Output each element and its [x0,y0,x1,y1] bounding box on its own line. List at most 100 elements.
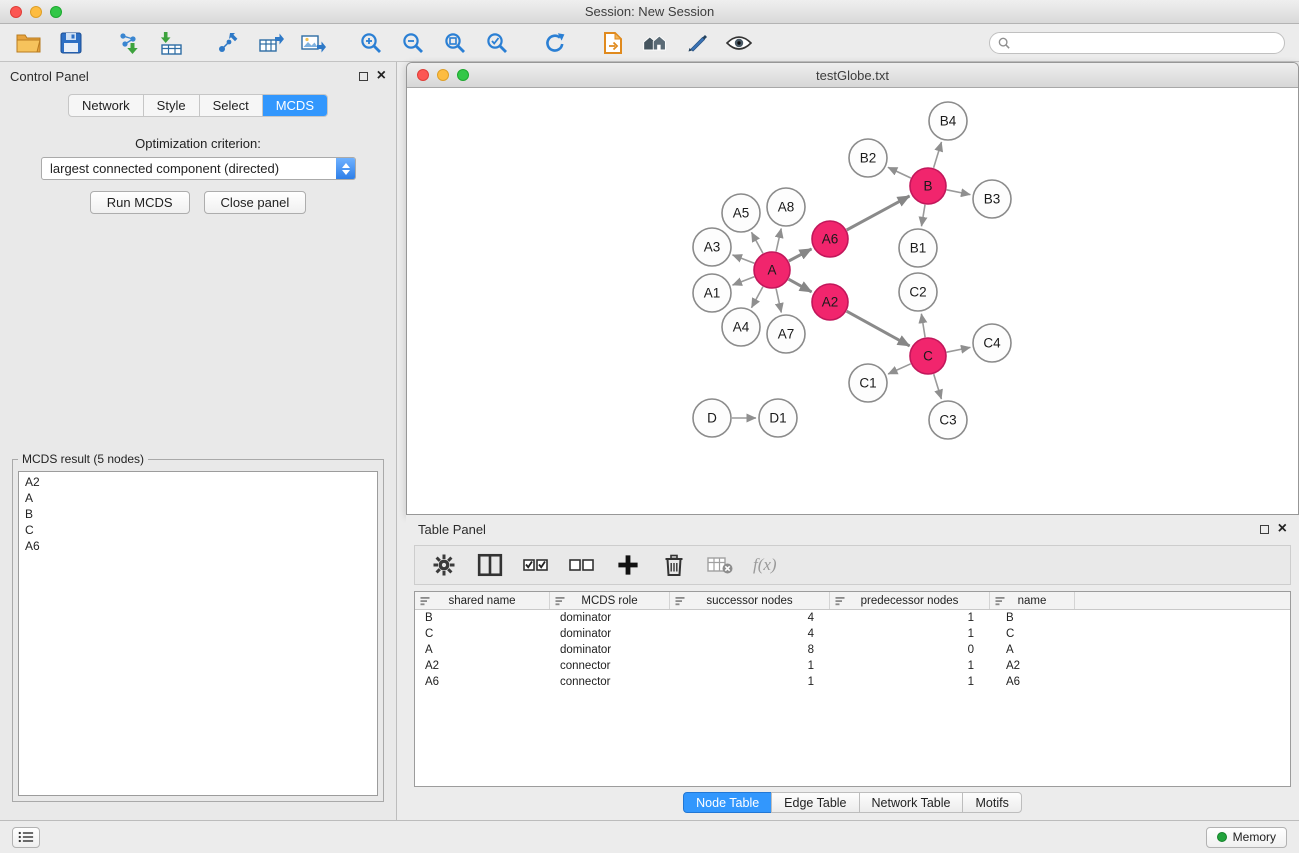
network-edge[interactable] [888,364,911,374]
table-row[interactable]: A6connector11A6 [415,674,1290,690]
search-field[interactable] [989,32,1285,54]
zoom-out-icon[interactable] [398,28,428,58]
tab-node-table[interactable]: Node Table [683,792,772,813]
tab-network-table[interactable]: Network Table [859,792,964,813]
network-edge[interactable] [847,196,910,230]
network-node-a1[interactable]: A1 [693,274,731,312]
network-edge[interactable] [947,347,971,352]
network-edge[interactable] [733,277,755,285]
network-node-b1[interactable]: B1 [899,229,937,267]
column-header-successor-nodes[interactable]: successor nodes [670,592,830,609]
zoom-in-icon[interactable] [356,28,386,58]
tab-select[interactable]: Select [199,95,262,116]
network-edge[interactable] [752,232,763,253]
network-node-a[interactable]: A [754,252,790,288]
show-graphics-details-icon[interactable] [724,28,754,58]
network-node-b4[interactable]: B4 [929,102,967,140]
table-float-panel-icon[interactable] [1260,525,1269,534]
network-edge[interactable] [752,287,763,308]
column-header-shared-name[interactable]: shared name [415,592,550,609]
open-file-icon[interactable] [14,28,44,58]
network-edge[interactable] [789,279,812,292]
delete-row-icon[interactable] [661,552,687,578]
network-zoom-button[interactable] [457,69,469,81]
unselect-all-icon[interactable] [569,552,595,578]
table-row[interactable]: A2connector11A2 [415,658,1290,674]
network-edge[interactable] [934,374,942,399]
tab-mcds[interactable]: MCDS [262,95,327,116]
mcds-result-item[interactable]: A2 [19,474,377,490]
network-edge[interactable] [789,249,812,261]
network-node-a5[interactable]: A5 [722,194,760,232]
export-image-icon[interactable] [298,28,328,58]
memory-button[interactable]: Memory [1206,827,1287,848]
network-node-c1[interactable]: C1 [849,364,887,402]
refresh-layout-icon[interactable] [540,28,570,58]
network-node-a3[interactable]: A3 [693,228,731,266]
close-panel-button[interactable]: Close panel [204,191,307,214]
network-node-a7[interactable]: A7 [767,315,805,353]
mcds-result-item[interactable]: C [19,522,377,538]
network-node-a2[interactable]: A2 [812,284,848,320]
export-table-icon[interactable] [256,28,286,58]
table-row[interactable]: Cdominator41C [415,626,1290,642]
first-neighbors-icon[interactable] [598,28,628,58]
export-network-icon[interactable] [214,28,244,58]
network-edge[interactable] [776,289,781,313]
network-edge[interactable] [888,167,911,178]
network-node-c3[interactable]: C3 [929,401,967,439]
network-node-d[interactable]: D [693,399,731,437]
mcds-result-item[interactable]: B [19,506,377,522]
network-node-c2[interactable]: C2 [899,273,937,311]
mcds-result-list[interactable]: A2ABCA6 [18,471,378,796]
network-node-a6[interactable]: A6 [812,221,848,257]
dropdown-stepper-icon[interactable] [336,158,355,179]
optimization-criterion-dropdown[interactable]: largest connected component (directed) [41,157,356,180]
zoom-window-button[interactable] [50,6,62,18]
delete-table-icon[interactable] [707,552,733,578]
function-builder-icon[interactable]: f(x) [753,555,777,575]
column-layout-icon[interactable] [477,552,503,578]
network-edge[interactable] [934,142,942,168]
tab-edge-table[interactable]: Edge Table [771,792,859,813]
network-node-b[interactable]: B [910,168,946,204]
column-header-predecessor-nodes[interactable]: predecessor nodes [830,592,990,609]
network-node-a4[interactable]: A4 [722,308,760,346]
style-brush-icon[interactable] [682,28,712,58]
tab-motifs[interactable]: Motifs [962,792,1021,813]
import-table-icon[interactable] [156,28,186,58]
show-hide-panels-icon[interactable] [640,28,670,58]
network-edge[interactable] [776,229,781,252]
select-all-icon[interactable] [523,552,549,578]
tab-style[interactable]: Style [143,95,199,116]
table-row[interactable]: Adominator80A [415,642,1290,658]
network-node-a8[interactable]: A8 [767,188,805,226]
run-mcds-button[interactable]: Run MCDS [90,191,190,214]
float-panel-icon[interactable] [359,72,368,81]
network-edge[interactable] [921,314,925,338]
task-history-icon[interactable] [12,827,40,848]
mcds-result-item[interactable]: A6 [19,538,377,554]
column-header-name[interactable]: name [990,592,1075,609]
network-edge[interactable] [922,205,926,227]
import-network-icon[interactable] [114,28,144,58]
network-edge[interactable] [733,255,755,263]
network-node-d1[interactable]: D1 [759,399,797,437]
zoom-selected-icon[interactable] [482,28,512,58]
tab-network[interactable]: Network [69,95,143,116]
network-minimize-button[interactable] [437,69,449,81]
table-row[interactable]: Bdominator41B [415,610,1290,626]
close-window-button[interactable] [10,6,22,18]
close-panel-icon[interactable]: × [377,71,386,81]
add-row-icon[interactable] [615,552,641,578]
network-node-b2[interactable]: B2 [849,139,887,177]
network-node-c4[interactable]: C4 [973,324,1011,362]
search-input[interactable] [1015,36,1276,50]
mcds-result-item[interactable]: A [19,490,377,506]
network-canvas[interactable]: B4B2BB3A5A8A6B1A3AC2A1A2A4A7C4CC1C3DD1 [407,88,1298,514]
network-node-b3[interactable]: B3 [973,180,1011,218]
save-session-icon[interactable] [56,28,86,58]
network-edge[interactable] [847,311,910,346]
column-header-mcds-role[interactable]: MCDS role [550,592,670,609]
settings-gear-icon[interactable] [431,552,457,578]
